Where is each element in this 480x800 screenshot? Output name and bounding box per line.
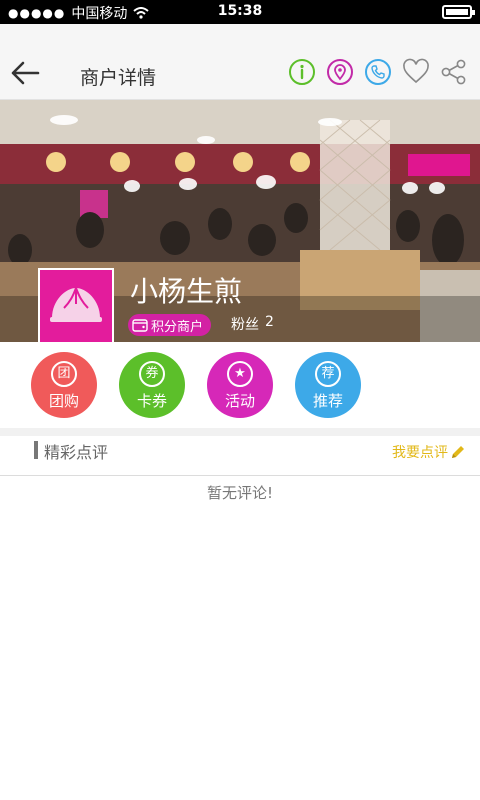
wallet-icon bbox=[132, 319, 148, 332]
section-divider bbox=[0, 428, 480, 436]
phone-icon[interactable] bbox=[364, 58, 392, 86]
coupon-icon: 券 bbox=[139, 361, 165, 387]
action-row: 团 团购 券 卡券 ★ 活动 荐 推荐 bbox=[0, 342, 480, 428]
group-buy-button[interactable]: 团 团购 bbox=[31, 352, 97, 418]
page-title: 商户详情 bbox=[80, 67, 157, 89]
empty-reviews-text: 暂无评论! bbox=[206, 484, 273, 502]
write-review-button[interactable]: 我要点评 bbox=[392, 442, 466, 462]
back-arrow-icon[interactable] bbox=[8, 58, 42, 88]
shop-logo bbox=[38, 268, 114, 344]
fans-number: 2 bbox=[265, 314, 274, 330]
bun-logo-icon bbox=[50, 287, 102, 322]
points-merchant-badge: 积分商户 bbox=[128, 314, 212, 336]
fans-count: 粉丝 2 bbox=[231, 314, 274, 334]
badge-label: 积分商户 bbox=[151, 319, 204, 335]
coupon-button[interactable]: 券 卡券 bbox=[119, 352, 185, 418]
activity-button[interactable]: ★ 活动 bbox=[207, 352, 273, 418]
activity-label: 活动 bbox=[224, 392, 255, 410]
write-review-label: 我要点评 bbox=[392, 445, 448, 461]
status-bar: ●●●●● 中国移动 15:38 bbox=[0, 0, 480, 24]
coupon-label: 卡券 bbox=[136, 392, 167, 410]
info-icon[interactable] bbox=[288, 58, 316, 86]
star-icon: ★ bbox=[227, 361, 253, 387]
share-icon[interactable] bbox=[440, 58, 468, 86]
group-buy-label: 团购 bbox=[48, 392, 79, 410]
recommend-label: 推荐 bbox=[312, 392, 343, 410]
reviews-title: 精彩点评 bbox=[44, 443, 109, 462]
recommend-icon: 荐 bbox=[315, 361, 341, 387]
recommend-button[interactable]: 荐 推荐 bbox=[295, 352, 361, 418]
shop-name: 小杨生煎 bbox=[130, 275, 243, 308]
fans-label: 粉丝 bbox=[231, 317, 259, 333]
location-pin-icon[interactable] bbox=[326, 58, 354, 86]
group-buy-icon: 团 bbox=[51, 361, 77, 387]
heart-icon[interactable] bbox=[402, 58, 430, 86]
section-marker bbox=[34, 441, 38, 459]
pencil-icon bbox=[452, 446, 464, 458]
status-time: 15:38 bbox=[217, 3, 263, 19]
battery-icon bbox=[442, 5, 475, 19]
